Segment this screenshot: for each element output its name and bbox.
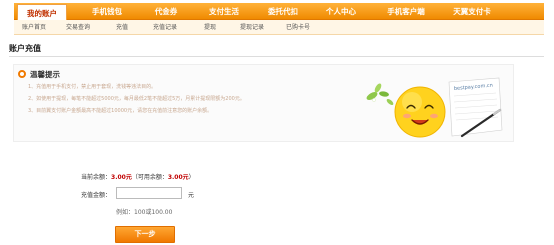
- amount-label: 充值金额：: [81, 192, 112, 199]
- available-value: 3.00元: [167, 174, 189, 181]
- amount-example: 例如：100或100.00: [116, 209, 173, 216]
- subnav-transaction-query[interactable]: 交易查询: [66, 20, 90, 35]
- info-circle-icon: [18, 70, 26, 78]
- tab-auto-debit[interactable]: 委托代扣: [256, 3, 310, 20]
- balance-label: 当前余额：: [81, 174, 112, 181]
- tab-vouchers[interactable]: 代金券: [142, 3, 190, 20]
- leaf-icon: [366, 83, 394, 105]
- subnav-withdraw[interactable]: 提现: [204, 20, 216, 35]
- balance-value: 3.00元: [111, 174, 132, 181]
- tips-header: 温馨提示: [18, 69, 60, 79]
- smiley-illustration: bestpay.com.cn: [366, 77, 503, 138]
- tip-line-3: 3、目前翼支付账户金额最高不能超过10000元，请您在充值前注意您的账户余额。: [28, 108, 213, 114]
- available-close: ）: [188, 174, 195, 181]
- title-divider: [9, 56, 544, 57]
- tab-mobile-wallet[interactable]: 手机钱包: [80, 3, 134, 20]
- amount-unit: 元: [188, 192, 195, 199]
- next-step-button[interactable]: 下一步: [115, 226, 175, 243]
- sub-nav: 账户首页 交易查询 充值 充值记录 提现 提现记录 已购卡号: [14, 20, 544, 35]
- subnav-recharge-records[interactable]: 充值记录: [153, 20, 177, 35]
- tab-payment-life[interactable]: 支付生活: [197, 3, 251, 20]
- page-title: 账户充值: [9, 44, 41, 53]
- tab-my-account[interactable]: 我的账户: [17, 4, 67, 21]
- subnav-account-home[interactable]: 账户首页: [22, 20, 46, 35]
- smiley-face-icon: [394, 86, 446, 138]
- subnav-withdraw-records[interactable]: 提现记录: [240, 20, 264, 35]
- tip-line-2: 2、如使用于提现，每笔不能超过5000元，每月最低2笔不能超过5万，月累计提现限…: [28, 96, 245, 102]
- tab-bestpay-card[interactable]: 天翼支付卡: [442, 3, 502, 20]
- recharge-amount-input[interactable]: [116, 187, 182, 199]
- tip-line-1: 1、充值用于手机支付，禁止用于套现，洗钱等违法目的。: [28, 84, 157, 90]
- tips-title: 温馨提示: [30, 69, 60, 79]
- tab-mobile-client[interactable]: 手机客户端: [374, 3, 438, 20]
- top-nav: 我的账户 手机钱包 代金券 支付生活 委托代扣 个人中心 手机客户端 天翼支付卡: [14, 3, 544, 21]
- tab-personal-center[interactable]: 个人中心: [314, 3, 368, 20]
- balance-row: 当前余额：3.00元（可用余额：3.00元）: [81, 172, 195, 181]
- available-label: （可用余额：: [131, 174, 168, 181]
- subnav-recharge[interactable]: 充值: [116, 20, 128, 35]
- subnav-purchased-cards[interactable]: 已购卡号: [286, 20, 310, 35]
